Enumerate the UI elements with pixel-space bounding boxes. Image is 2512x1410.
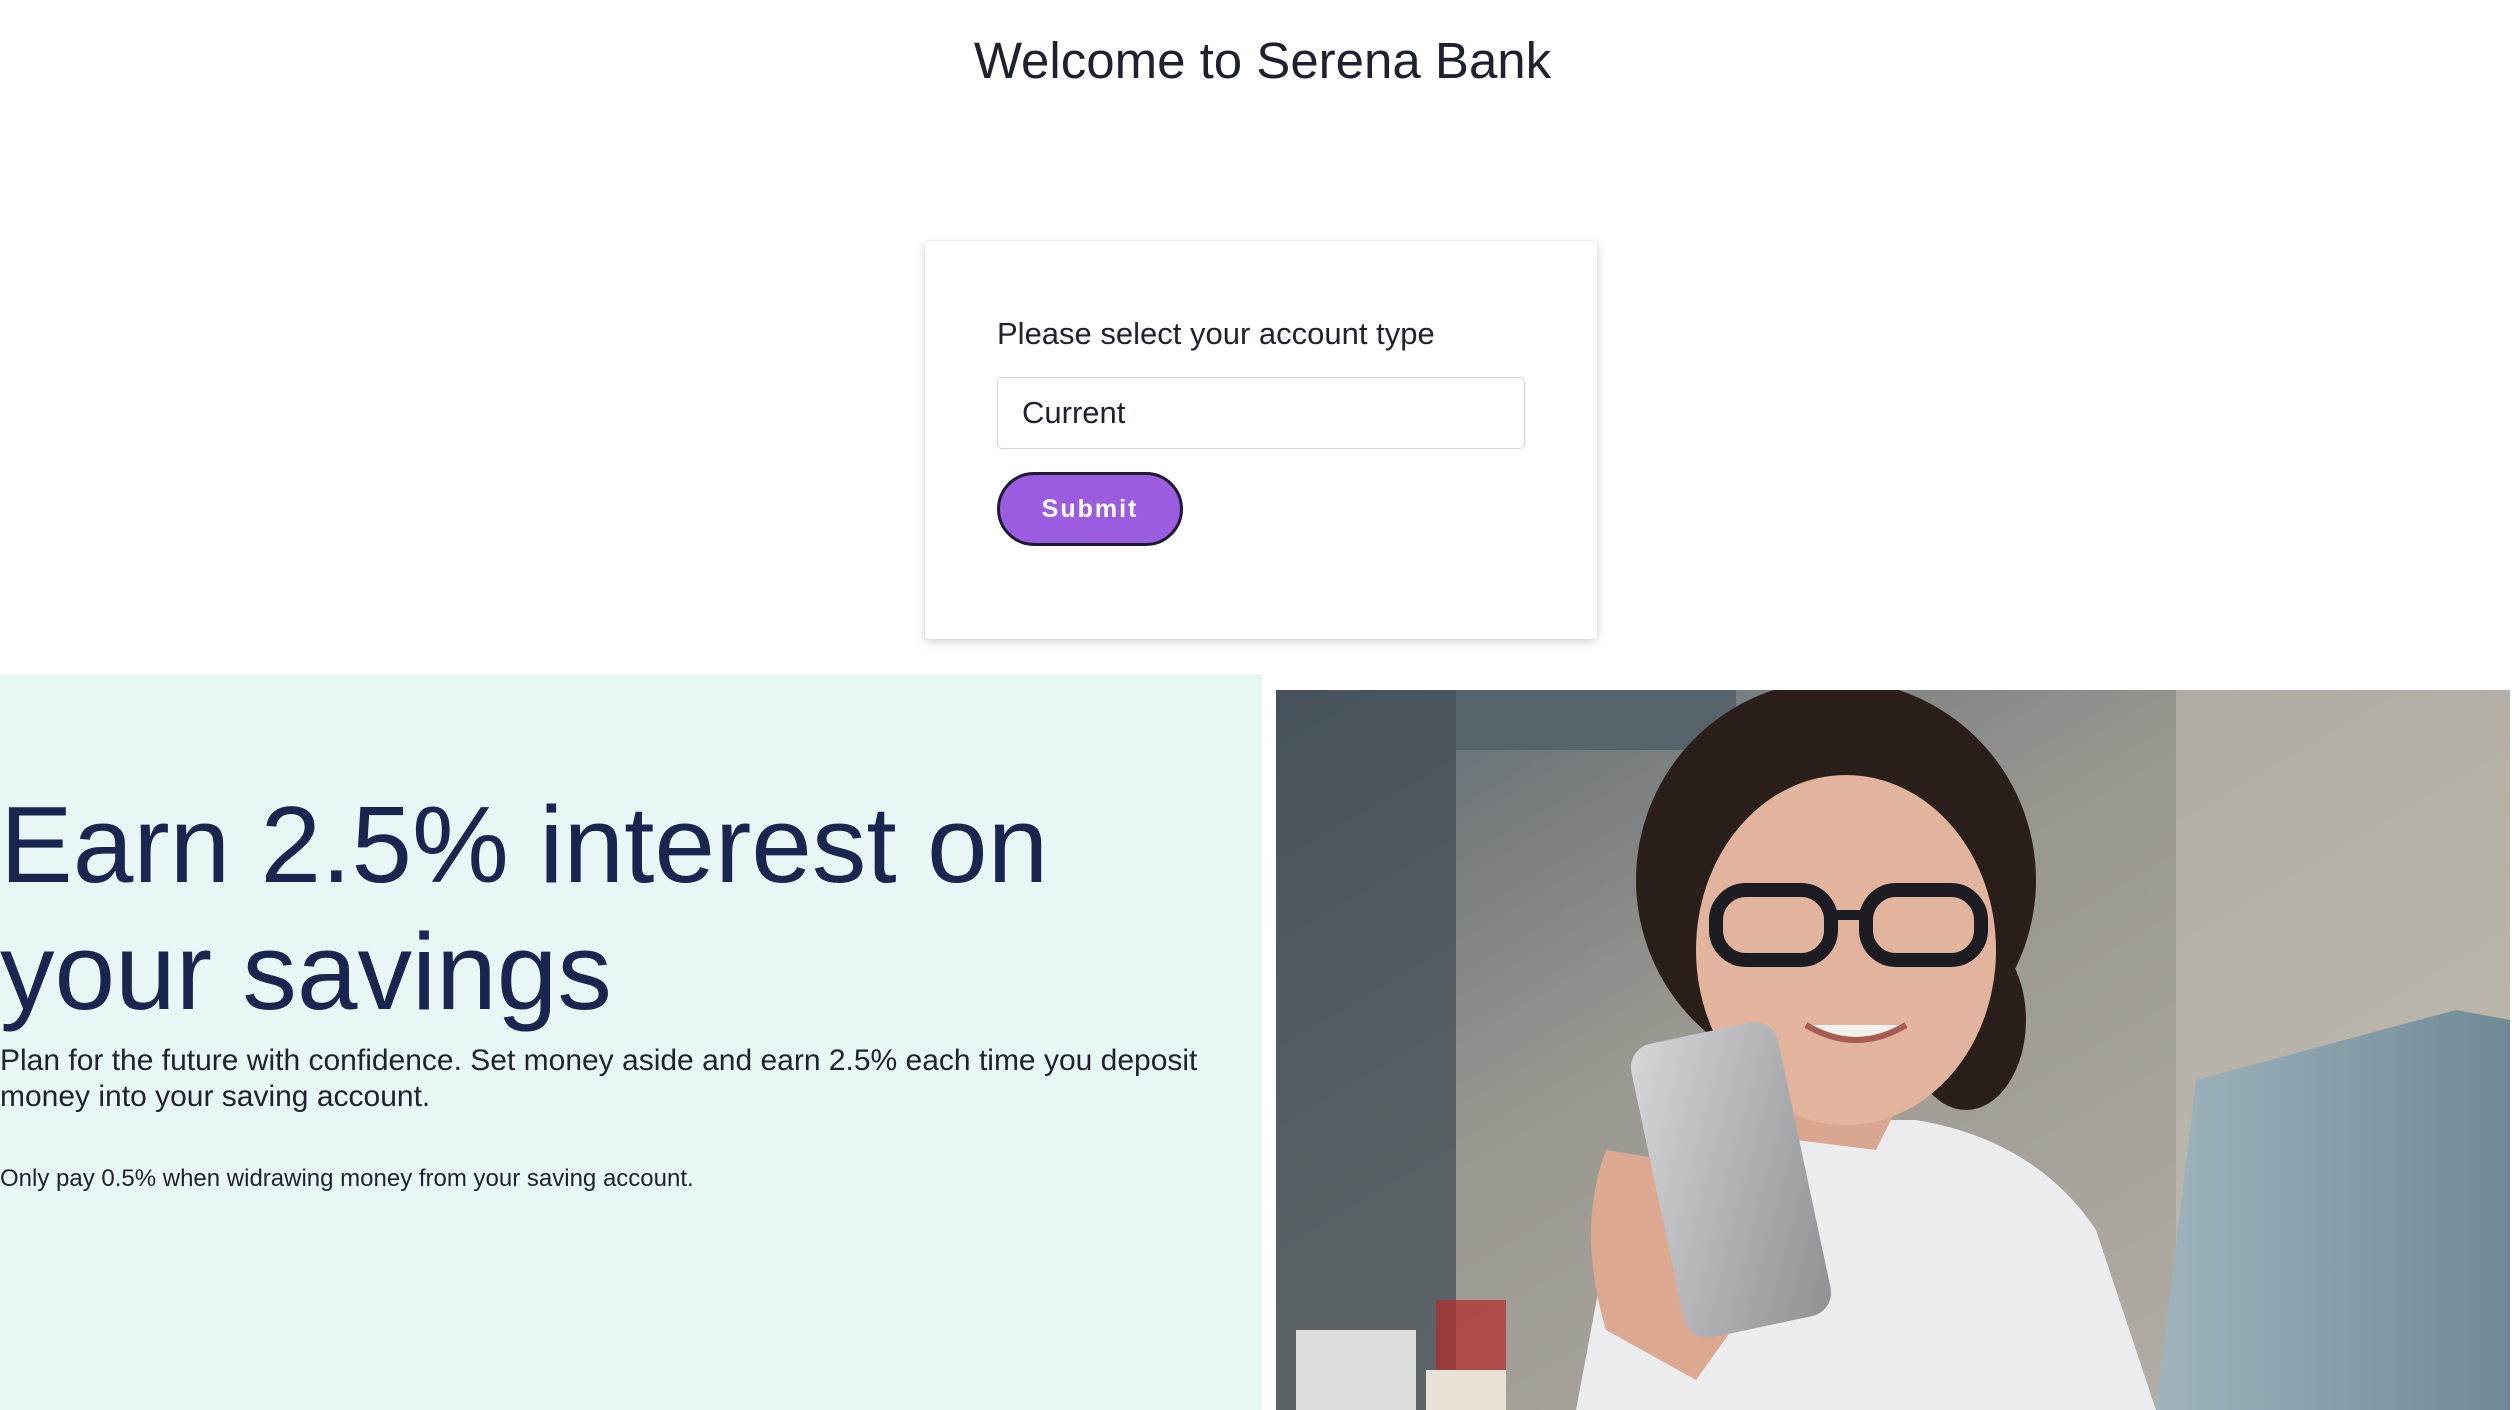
woman-with-phone-photo [1276,690,2510,1410]
promo-note-text: Only pay 0.5% when widrawing money from … [0,1165,694,1192]
page: Welcome to Serena Bank Please select you… [0,0,2512,1410]
account-type-label: Please select your account type [997,316,1435,351]
promo-heading: Earn 2.5% interest on your savings [0,784,1049,1033]
account-type-selected-value: Current [1022,395,1126,430]
promo-body-text: Plan for the future with confidence. Set… [0,1044,1198,1113]
account-type-card: Please select your account type Current … [925,241,1597,639]
page-title: Welcome to Serena Bank [973,32,1552,89]
submit-button[interactable]: Submit [997,472,1183,546]
savings-promo-section: Earn 2.5% interest on your savings Plan … [0,674,1262,1410]
account-type-select[interactable]: Current [997,377,1525,449]
